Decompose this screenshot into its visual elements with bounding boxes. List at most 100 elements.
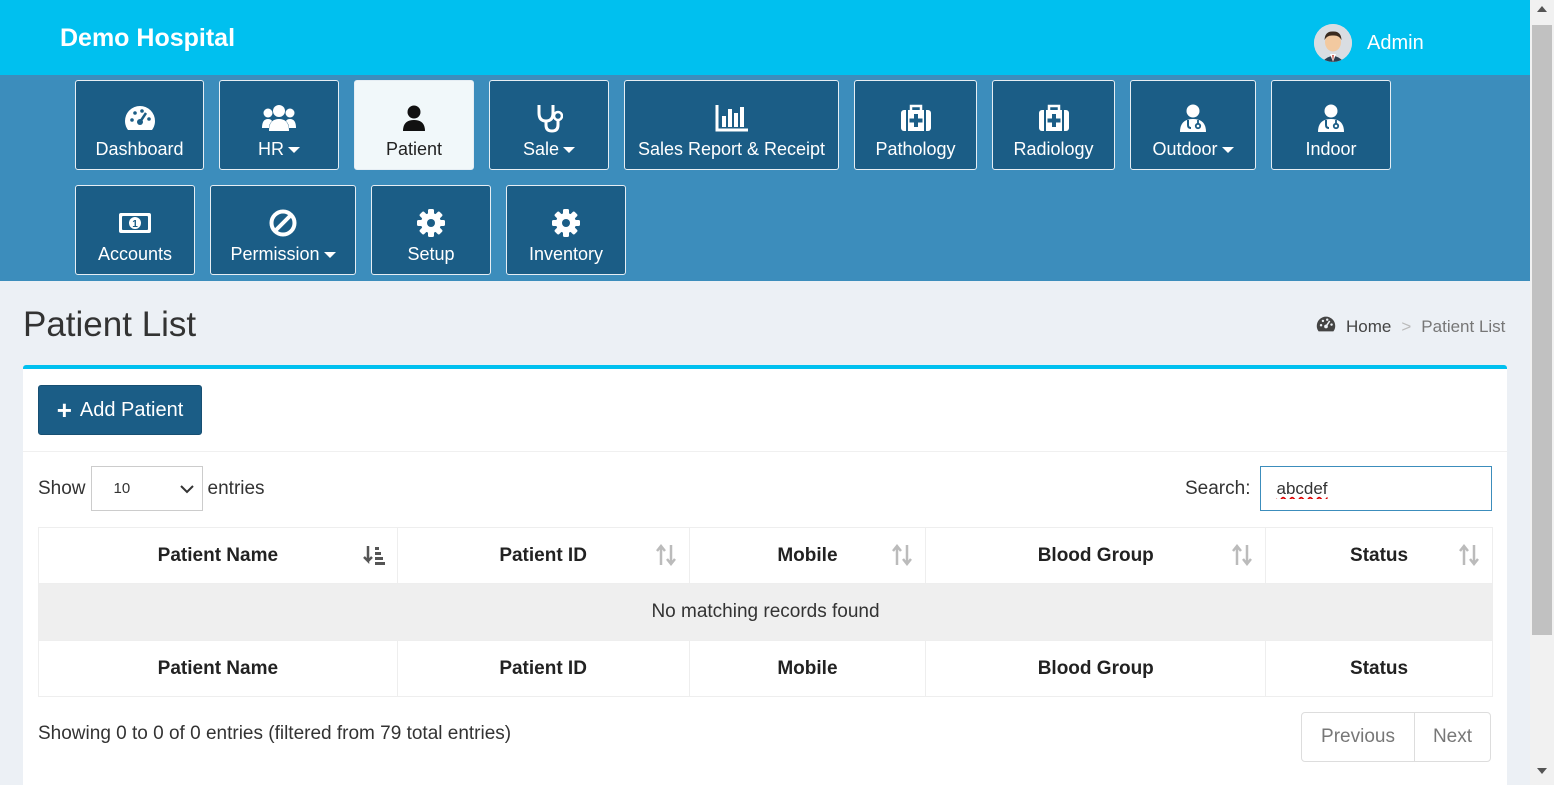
nav-permission[interactable]: Permission bbox=[210, 185, 356, 275]
scrollbar-thumb[interactable] bbox=[1532, 25, 1552, 635]
nav-patient[interactable]: Patient bbox=[354, 80, 474, 170]
nav-accounts[interactable]: 1 Accounts bbox=[75, 185, 195, 275]
scroll-up-arrow-icon[interactable] bbox=[1537, 6, 1547, 12]
nav-radiology[interactable]: Radiology bbox=[992, 80, 1115, 170]
nav-accounts-label: Accounts bbox=[97, 244, 173, 264]
column-header-label: Patient Name bbox=[157, 544, 279, 566]
search-label: Search: bbox=[1185, 477, 1251, 499]
chevron-down-icon bbox=[179, 484, 194, 493]
column-header-patient-id[interactable]: Patient ID bbox=[396, 527, 690, 584]
nav-permission-text: Permission bbox=[230, 244, 320, 264]
divider bbox=[23, 451, 1507, 452]
patient-table: Patient Name Patient ID Mobile Blood Gro… bbox=[38, 527, 1493, 697]
page-title: Patient List bbox=[23, 305, 197, 344]
search-input[interactable] bbox=[1260, 466, 1493, 511]
nav-inventory-label: Inventory bbox=[528, 244, 604, 264]
nav-dashboard[interactable]: Dashboard bbox=[75, 80, 204, 170]
nav-setup[interactable]: Setup bbox=[371, 185, 491, 275]
doctor-icon bbox=[1131, 103, 1255, 133]
table-row: No matching records found bbox=[38, 583, 1493, 641]
empty-message: No matching records found bbox=[38, 583, 1493, 641]
user-name: Admin bbox=[1367, 31, 1424, 54]
nav-radiology-label: Radiology bbox=[1013, 139, 1094, 159]
column-header-label: Blood Group bbox=[1037, 544, 1154, 566]
nav-hr-label: HR bbox=[220, 139, 338, 160]
nav-indoor-label: Indoor bbox=[1305, 139, 1357, 159]
svg-text:1: 1 bbox=[132, 219, 138, 230]
column-header-status[interactable]: Status bbox=[1265, 527, 1493, 584]
nav-setup-label: Setup bbox=[407, 244, 455, 264]
column-header-patient-name[interactable]: Patient Name bbox=[38, 527, 398, 584]
medkit-icon bbox=[855, 103, 976, 133]
column-footer-status: Status bbox=[1265, 640, 1493, 697]
page-length-control: Show 10 entries bbox=[38, 466, 265, 511]
bar-chart-icon bbox=[625, 103, 838, 133]
nav-outdoor[interactable]: Outdoor bbox=[1130, 80, 1256, 170]
vertical-scrollbar[interactable] bbox=[1530, 0, 1554, 785]
nav-sales-report[interactable]: Sales Report & Receipt bbox=[624, 80, 839, 170]
column-header-label: Patient ID bbox=[499, 544, 587, 566]
caret-down-icon bbox=[288, 147, 300, 154]
avatar bbox=[1314, 24, 1352, 62]
table-header-row: Patient Name Patient ID Mobile Blood Gro… bbox=[38, 527, 1493, 584]
nav-permission-label: Permission bbox=[211, 244, 355, 265]
caret-down-icon bbox=[563, 147, 576, 154]
brand-logo[interactable]: Demo Hospital bbox=[60, 24, 235, 53]
sort-ascending-icon bbox=[362, 544, 385, 572]
entries-label: entries bbox=[207, 477, 265, 499]
nav-patient-label: Patient bbox=[385, 139, 443, 159]
previous-button[interactable]: Previous bbox=[1302, 713, 1415, 761]
scroll-down-arrow-icon[interactable] bbox=[1537, 768, 1547, 774]
module-nav: Dashboard HR Patient Sale Sales Report &… bbox=[0, 75, 1530, 281]
nav-dashboard-label: Dashboard bbox=[95, 139, 184, 159]
caret-down-icon bbox=[1221, 147, 1234, 154]
column-header-label: Mobile bbox=[777, 544, 838, 566]
nav-indoor[interactable]: Indoor bbox=[1271, 80, 1391, 170]
column-header-blood-group[interactable]: Blood Group bbox=[925, 527, 1267, 584]
nav-sale-label: Sale bbox=[490, 139, 608, 160]
nav-pathology[interactable]: Pathology bbox=[854, 80, 977, 170]
sort-icon bbox=[891, 543, 913, 572]
show-label: Show bbox=[38, 477, 86, 499]
gear-icon bbox=[507, 208, 625, 238]
column-footer-patient-id: Patient ID bbox=[396, 640, 690, 697]
nav-outdoor-label: Outdoor bbox=[1131, 139, 1255, 160]
user-icon bbox=[355, 103, 473, 133]
pagination: Previous Next bbox=[1301, 712, 1491, 762]
top-bar: Demo Hospital Admin bbox=[0, 0, 1530, 75]
nav-pathology-label: Pathology bbox=[875, 139, 956, 159]
column-footer-blood-group: Blood Group bbox=[925, 640, 1267, 697]
next-button[interactable]: Next bbox=[1415, 713, 1490, 761]
page-size-value: 10 bbox=[113, 480, 131, 497]
column-header-mobile[interactable]: Mobile bbox=[688, 527, 927, 584]
nav-inventory[interactable]: Inventory bbox=[506, 185, 626, 275]
table-footer-row: Patient Name Patient ID Mobile Blood Gro… bbox=[38, 640, 1493, 697]
medkit-icon bbox=[993, 103, 1114, 133]
nav-sale[interactable]: Sale bbox=[489, 80, 609, 170]
add-patient-button[interactable]: + Add Patient bbox=[38, 385, 202, 435]
breadcrumb-current: Patient List bbox=[1421, 316, 1506, 336]
column-footer-mobile: Mobile bbox=[688, 640, 927, 697]
dashboard-gauge-icon bbox=[76, 103, 203, 133]
nav-sale-text: Sale bbox=[522, 139, 560, 159]
plus-icon: + bbox=[56, 395, 72, 425]
page-size-select[interactable]: 10 bbox=[90, 466, 203, 511]
caret-down-icon bbox=[323, 252, 336, 259]
users-group-icon bbox=[220, 103, 338, 133]
nav-hr-text: HR bbox=[258, 139, 284, 159]
money-bill-icon: 1 bbox=[76, 208, 194, 238]
sort-icon bbox=[1231, 543, 1253, 572]
table-info: Showing 0 to 0 of 0 entries (filtered fr… bbox=[38, 723, 512, 744]
user-menu[interactable]: Admin bbox=[1314, 24, 1424, 62]
nav-outdoor-text: Outdoor bbox=[1152, 139, 1218, 159]
table-search: Search: bbox=[1185, 466, 1493, 511]
ban-icon bbox=[211, 208, 355, 238]
sort-icon bbox=[655, 543, 677, 572]
doctor-icon bbox=[1272, 103, 1390, 133]
patient-list-box: + Add Patient Show 10 entries Search: Pa… bbox=[23, 365, 1507, 785]
nav-hr[interactable]: HR bbox=[219, 80, 339, 170]
breadcrumb-home-link[interactable]: Home bbox=[1346, 317, 1391, 337]
nav-sales-report-label: Sales Report & Receipt bbox=[637, 139, 826, 159]
dashboard-gauge-icon bbox=[1316, 316, 1336, 337]
breadcrumb-separator: > bbox=[1401, 316, 1412, 336]
